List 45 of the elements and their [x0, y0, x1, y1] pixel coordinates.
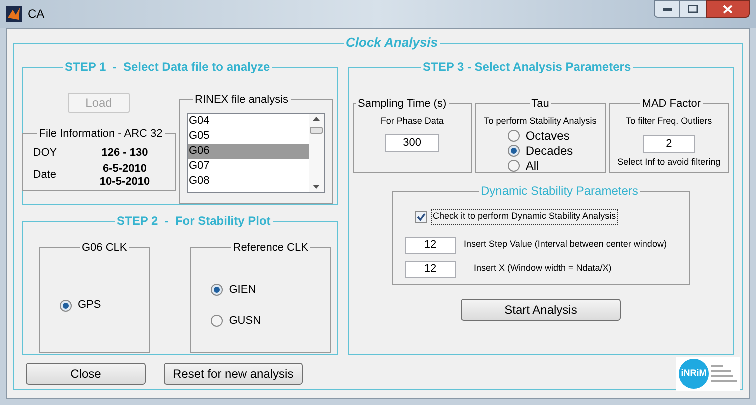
file-listbox[interactable]: G04 G05 G06 G07 G08 — [187, 113, 325, 193]
info-value: 10-5-2010 — [100, 176, 150, 188]
radio-label: GIEN — [229, 283, 256, 298]
window-title: CA — [28, 6, 45, 23]
action-button[interactable]: Reset for new analysis — [164, 363, 303, 385]
group-title: Dynamic Stability Parameters — [480, 184, 640, 198]
param-label: Insert X (Window width = Ndata/X) — [474, 262, 612, 276]
start-analysis-button[interactable]: Start Analysis — [461, 299, 621, 321]
group-title: Reference CLK — [232, 242, 310, 254]
group-title: RINEX file analysis — [194, 94, 290, 106]
tau-subtitle: To perform Stability Analysis — [484, 115, 597, 128]
param-field[interactable]: 12 — [405, 236, 456, 254]
group-title: STEP 2 - For Stability Plot — [116, 214, 272, 228]
mad-hint: Select Inf to avoid filtering — [618, 156, 721, 169]
group-title: File Information - ARC 32 — [38, 128, 164, 140]
group-title: Sampling Time (s) — [357, 98, 448, 110]
group-title: STEP 3 - Select Analysis Parameters — [422, 60, 632, 74]
list-item[interactable]: G04 — [188, 114, 309, 129]
sampling-subtitle: For Phase Data — [380, 115, 444, 128]
radio-label: Octaves — [526, 128, 570, 144]
group-title: MAD Factor — [641, 98, 702, 110]
panel-title: Clock Analysis — [345, 35, 440, 50]
param-label: Insert Step Value (Interval between center window) — [464, 238, 667, 252]
radio-label: GUSN — [229, 314, 262, 328]
group-title: Tau — [530, 98, 550, 110]
radio-label: GPS — [78, 298, 102, 314]
list-item[interactable]: G08 — [188, 174, 309, 189]
mad-subtitle: To filter Freq. Outliers — [626, 115, 712, 128]
list-item[interactable]: G05 — [188, 129, 309, 144]
checkbox-label: Check it to perform Dynamic Stability Analysis — [431, 209, 618, 224]
info-value: 126 - 130 — [102, 146, 148, 160]
group-title: STEP 1 - Select Data file to analyze — [64, 60, 272, 74]
radio-label: All — [526, 158, 540, 174]
mad-field[interactable]: 2 — [643, 134, 696, 152]
group-title: G06 CLK — [81, 242, 128, 254]
action-button[interactable]: Close — [26, 363, 146, 385]
logo-text: iNRiM — [679, 359, 709, 389]
info-value: 6-5-2010 — [102, 162, 148, 176]
param-field[interactable]: 12 — [405, 260, 456, 278]
radio-label: Decades — [526, 144, 574, 158]
list-item[interactable]: G07 — [188, 159, 309, 174]
sampling-field[interactable]: 300 — [385, 134, 440, 152]
info-label: Date — [33, 168, 58, 184]
list-item[interactable]: G06 — [188, 144, 309, 159]
info-label: DOY — [33, 146, 58, 161]
